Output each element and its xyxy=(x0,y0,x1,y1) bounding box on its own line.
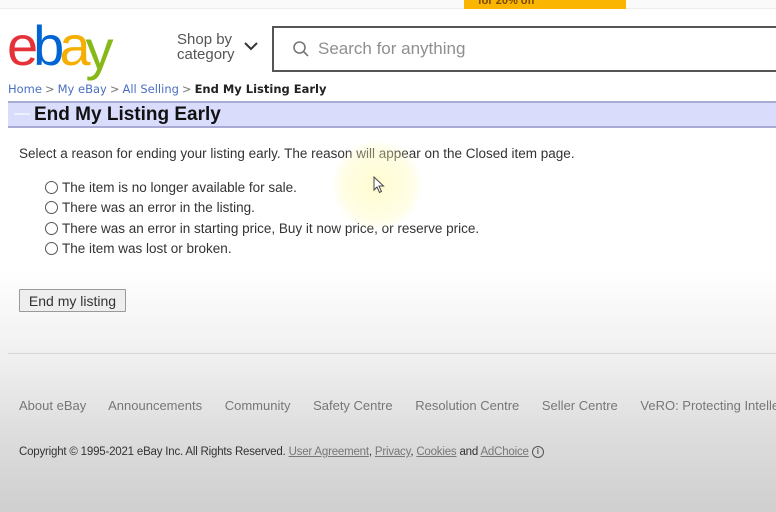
reason-option-listing-error[interactable]: There was an error in the listing. xyxy=(45,198,479,219)
footer-divider xyxy=(8,353,776,354)
and-text: and xyxy=(459,446,479,459)
logo-letter-e: e xyxy=(7,14,38,77)
copyright-text: Copyright © 1995-2021 eBay Inc. All Righ… xyxy=(19,446,286,459)
title-bar-accent xyxy=(14,113,30,115)
reason-option-price-error[interactable]: There was an error in starting price, Bu… xyxy=(45,218,479,239)
shop-by-line1: Shop by xyxy=(177,31,233,48)
copyright-line: Copyright © 1995-2021 eBay Inc. All Righ… xyxy=(19,446,544,458)
search-box[interactable] xyxy=(272,26,776,72)
reason-radio-listing-error[interactable] xyxy=(45,201,58,215)
page-title: End My Listing Early xyxy=(34,104,221,125)
promo-text: for 20% off xyxy=(478,0,535,7)
logo-letter-y: y xyxy=(85,18,113,81)
breadcrumb-all-selling[interactable]: All Selling xyxy=(122,82,178,96)
footer-link-seller-centre[interactable]: Seller Centre xyxy=(542,398,618,413)
chevron-down-icon[interactable] xyxy=(243,40,259,52)
footer-link-resolution-centre[interactable]: Resolution Centre xyxy=(415,398,519,413)
reason-radio-not-available[interactable] xyxy=(45,180,58,194)
breadcrumb-separator: > xyxy=(109,82,120,96)
breadcrumb-current: End My Listing Early xyxy=(194,82,327,96)
logo-letter-a: a xyxy=(59,14,90,77)
footer-links: About eBay Announcements Community Safet… xyxy=(19,398,776,413)
shop-by-line2: category xyxy=(177,46,235,63)
breadcrumb: Home > My eBay > All Selling > End My Listing … xyxy=(8,82,327,96)
adchoice-info-icon[interactable]: i xyxy=(531,446,544,458)
reason-label: There was an error in the listing. xyxy=(62,200,255,216)
reason-label: There was an error in starting price, Bu… xyxy=(62,220,480,236)
legal-link-user-agreement[interactable]: User Agreement xyxy=(289,446,369,458)
footer-link-vero[interactable]: VeRO: Protecting Intellectual Property xyxy=(640,398,776,413)
title-bar: End My Listing Early xyxy=(8,101,776,128)
legal-link-adchoice[interactable]: AdChoice xyxy=(480,446,528,458)
footer-link-community[interactable]: Community xyxy=(225,398,291,413)
footer-link-about-ebay[interactable]: About eBay xyxy=(19,398,86,413)
reason-label: The item was lost or broken. xyxy=(62,241,232,257)
top-strip xyxy=(0,0,776,9)
reason-option-not-available[interactable]: The item is no longer available for sale… xyxy=(45,177,479,198)
reason-radio-price-error[interactable] xyxy=(45,221,58,235)
breadcrumb-separator: > xyxy=(181,82,192,96)
breadcrumb-my-ebay[interactable]: My eBay xyxy=(58,82,107,96)
end-my-listing-button[interactable]: End my listing xyxy=(19,289,126,312)
shop-by-category-button[interactable]: Shop by category xyxy=(177,32,235,62)
logo-letter-b: b xyxy=(33,14,64,77)
reason-label: The item is no longer available for sale… xyxy=(62,179,297,195)
search-input[interactable] xyxy=(318,28,758,70)
legal-link-cookies[interactable]: Cookies xyxy=(416,446,456,458)
reason-option-lost-broken[interactable]: The item was lost or broken. xyxy=(45,239,479,260)
promo-banner[interactable]: for 20% off xyxy=(464,0,626,9)
search-icon xyxy=(293,41,309,57)
footer-link-announcements[interactable]: Announcements xyxy=(108,398,202,413)
reason-radio-lost-broken[interactable] xyxy=(45,242,58,256)
legal-link-privacy[interactable]: Privacy xyxy=(375,446,411,458)
instructions-text: Select a reason for ending your listing … xyxy=(19,146,575,161)
breadcrumb-separator: > xyxy=(44,82,55,96)
breadcrumb-home[interactable]: Home xyxy=(8,82,42,96)
reason-radio-group: The item is no longer available for sale… xyxy=(45,177,479,259)
ebay-logo[interactable]: ebay xyxy=(7,14,113,78)
footer-link-safety-centre[interactable]: Safety Centre xyxy=(313,398,393,413)
